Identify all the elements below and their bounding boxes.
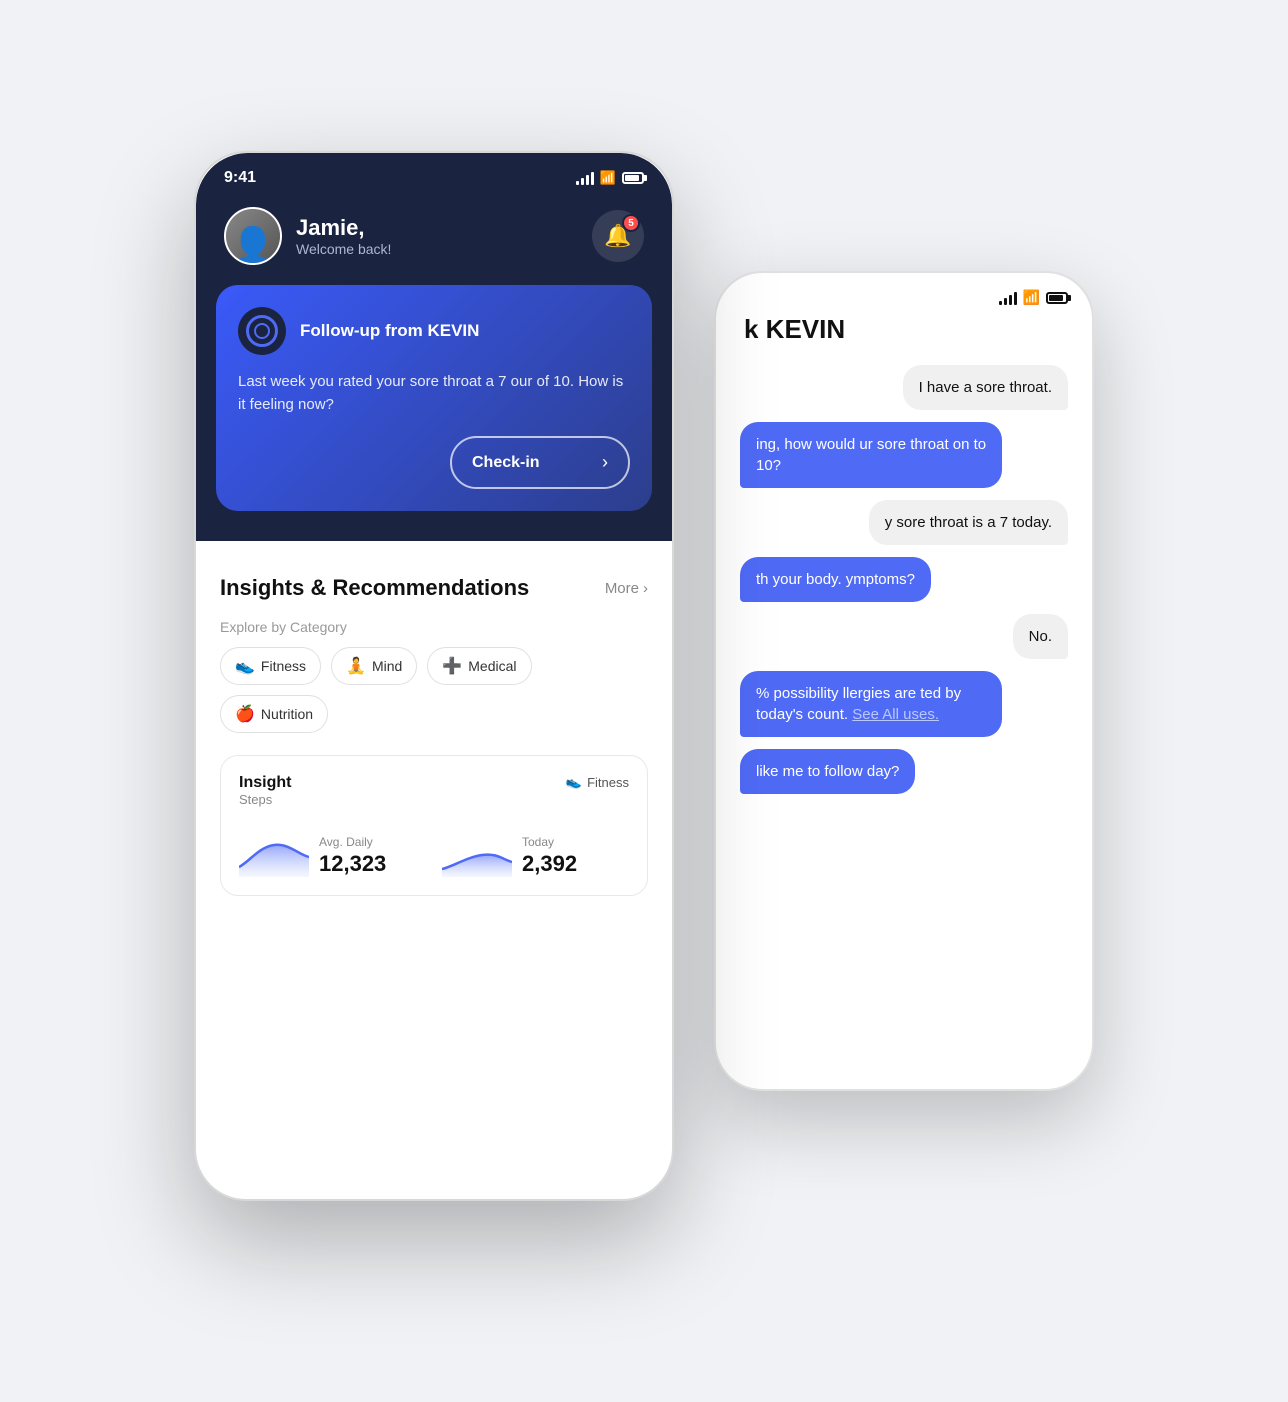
kevin-message: Last week you rated your sore throat a 7… [238,371,630,416]
phone-dark-header: 9:41 📶 [196,153,672,541]
front-time: 9:41 [224,169,256,187]
checkin-arrow: › [602,452,608,473]
fitness-pill[interactable]: 👟 Fitness [220,647,321,685]
avg-values: Avg. Daily 12,323 [319,835,386,877]
phone-back: 📶 k KEVIN I have a sore throat. ing, how… [714,271,1094,1091]
profile-info: Jamie, Welcome back! [224,207,391,265]
insight-stats: Avg. Daily 12,323 [239,827,629,877]
insight-card-label: Insight [239,774,291,792]
scene: 📶 k KEVIN I have a sore throat. ing, how… [194,151,1094,1251]
avg-label: Avg. Daily [319,835,386,849]
avatar-image [226,209,280,263]
kevin-header: Follow-up from KEVIN [238,307,630,355]
see-all-link[interactable]: See All uses. [852,706,939,723]
kevin-card: Follow-up from KEVIN Last week you rated… [216,285,652,511]
checkin-button[interactable]: Check-in › [450,436,630,489]
insight-category-emoji: 👟 [566,774,582,790]
insights-title: Insights & Recommendations [220,575,529,601]
category-pills: 👟 Fitness 🧘 Mind ➕ Medical 🍎 Nutrition [220,647,648,733]
profile-name: Jamie, [296,215,391,241]
back-wifi-icon: 📶 [1023,289,1040,306]
avg-value: 12,323 [319,851,386,877]
msg-7: like me to follow day? [740,749,915,794]
fitness-emoji: 👟 [235,656,255,676]
msg-3: y sore throat is a 7 today. [869,500,1068,545]
msg-4: th your body. ymptoms? [740,557,931,602]
avatar [224,207,282,265]
front-status-bar: 9:41 📶 [196,153,672,195]
nutrition-pill[interactable]: 🍎 Nutrition [220,695,328,733]
profile-text: Jamie, Welcome back! [296,215,391,257]
nutrition-label: Nutrition [261,706,313,722]
front-wifi-icon: 📶 [600,170,616,186]
front-status-icons: 📶 [576,170,644,186]
medical-emoji: ➕ [442,656,462,676]
front-signal-icon [576,171,594,185]
kevin-title: Follow-up from KEVIN [300,321,479,341]
insights-header: Insights & Recommendations More › [220,575,648,601]
today-label: Today [522,835,577,849]
insight-card-header: Insight Steps 👟 Fitness [239,774,629,823]
today-value: 2,392 [522,851,577,877]
avg-stat: Avg. Daily 12,323 [239,827,426,877]
msg-5: No. [1013,614,1068,659]
insight-card: Insight Steps 👟 Fitness [220,755,648,896]
more-chevron-icon: › [643,580,648,597]
msg-2: ing, how would ur sore throat on to 10? [740,422,1002,488]
profile-row: Jamie, Welcome back! 🔔 5 [196,195,672,285]
mind-emoji: 🧘 [346,656,366,676]
back-status-bar: 📶 [716,273,1092,314]
chat-title: k KEVIN [740,314,1068,345]
msg-1: I have a sore throat. [903,365,1068,410]
today-stat: Today 2,392 [442,827,629,877]
back-status-icons: 📶 [999,289,1068,306]
fitness-label: Fitness [261,658,306,674]
profile-subtitle: Welcome back! [296,241,391,257]
today-values: Today 2,392 [522,835,577,877]
checkin-label: Check-in [472,454,540,472]
mind-pill[interactable]: 🧘 Mind [331,647,417,685]
insight-category: 👟 Fitness [566,774,629,790]
kevin-logo [238,307,286,355]
front-battery-icon [622,172,644,184]
back-content: k KEVIN I have a sore throat. ing, how w… [716,314,1092,794]
mind-label: Mind [372,658,402,674]
msg-6: % possibility llergies are ted by today'… [740,671,1002,737]
insight-category-label: Fitness [587,775,629,790]
back-signal-icon [999,291,1017,305]
medical-label: Medical [468,658,516,674]
more-link[interactable]: More › [605,580,648,597]
back-battery-icon [1046,292,1068,304]
today-chart [442,827,512,877]
nutrition-emoji: 🍎 [235,704,255,724]
insight-card-sub: Steps [239,792,291,807]
notification-badge: 5 [622,214,640,232]
avg-chart [239,827,309,877]
chat-messages: I have a sore throat. ing, how would ur … [740,365,1068,794]
medical-pill[interactable]: ➕ Medical [427,647,531,685]
notification-bell[interactable]: 🔔 5 [592,210,644,262]
phone-front: 9:41 📶 [194,151,674,1201]
more-label: More [605,580,639,597]
kevin-logo-inner [246,315,278,347]
explore-label: Explore by Category [220,619,648,635]
phone-content: Insights & Recommendations More › Explor… [196,549,672,1049]
